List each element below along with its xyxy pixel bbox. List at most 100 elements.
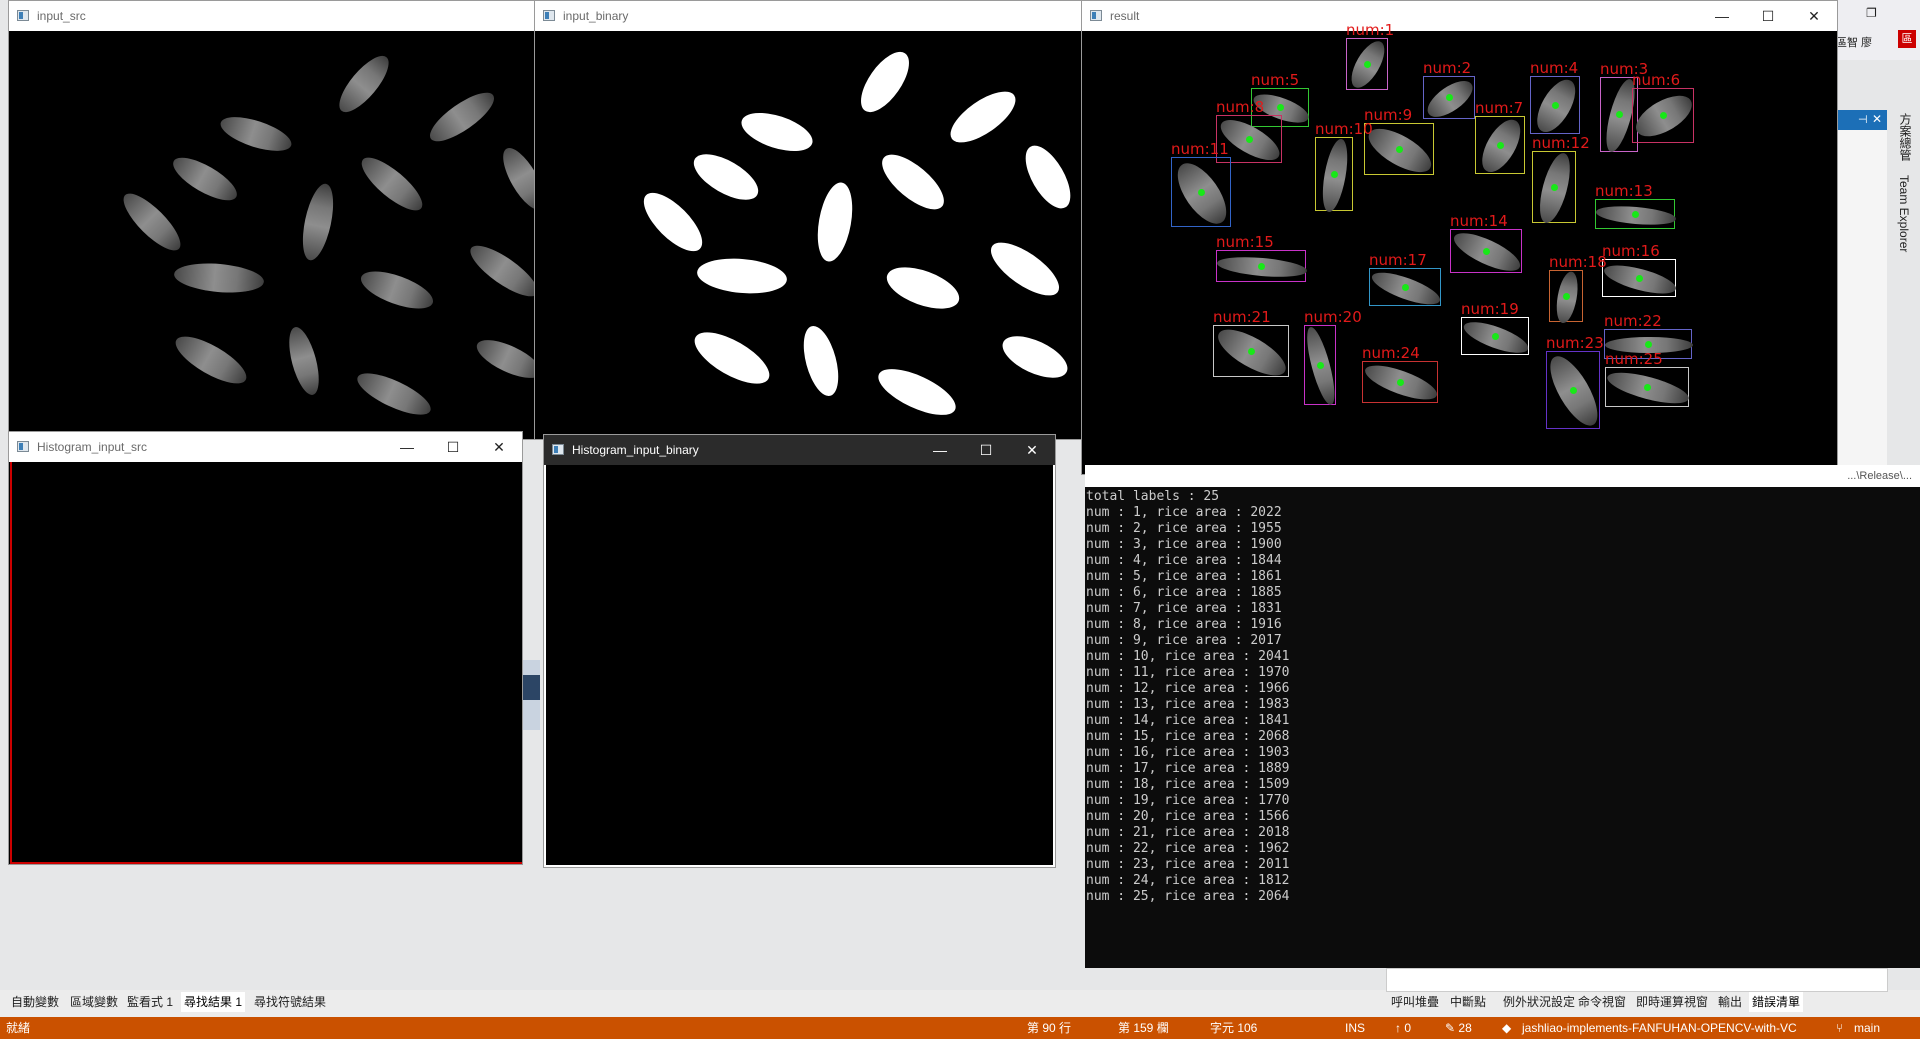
console-line: num : 12, rice area : 1966 xyxy=(1086,681,1290,696)
detection-box xyxy=(1168,154,1236,232)
status-bar: 就緒 第 90 行 第 159 欄 字元 106 INS ↑ 0 ✎ 28 ◆ … xyxy=(0,1017,1920,1039)
input-binary-titlebar[interactable]: input_binary xyxy=(535,1,1085,31)
centroid-dot xyxy=(1550,183,1558,191)
console-line: num : 1, rice area : 2022 xyxy=(1086,505,1282,520)
bottom-tab[interactable]: 中斷點 xyxy=(1447,992,1489,1012)
grain-label: num:14 xyxy=(1450,212,1508,230)
rice-grain-binary xyxy=(996,327,1074,387)
status-edits[interactable]: ✎ 28 xyxy=(1445,1017,1472,1039)
close-icon[interactable]: ✕ xyxy=(1872,112,1882,126)
bottom-tab[interactable]: 監看式 1 xyxy=(124,992,176,1012)
grain-label: num:18 xyxy=(1549,253,1607,271)
bottom-tab[interactable]: 錯誤清單 xyxy=(1749,992,1804,1012)
detection-box xyxy=(1601,259,1679,299)
rice-grain-binary xyxy=(695,255,789,297)
bottom-tab[interactable]: 即時運算視窗 xyxy=(1633,992,1711,1012)
centroid-dot xyxy=(1197,188,1205,196)
detection-box xyxy=(1362,120,1438,180)
maximize-button[interactable]: ☐ xyxy=(1745,1,1791,31)
user-avatar[interactable]: 區 xyxy=(1898,30,1916,48)
detection-box xyxy=(1629,87,1699,146)
bottom-tab[interactable]: 輸出 xyxy=(1715,992,1745,1012)
console-line: total labels : 25 xyxy=(1086,489,1220,504)
maximize-button[interactable]: ☐ xyxy=(963,435,1009,465)
detection-box xyxy=(1595,199,1677,229)
console-line: num : 2, rice area : 1955 xyxy=(1086,521,1282,536)
rice-grain-binary xyxy=(634,183,712,261)
console-line: num : 11, rice area : 1970 xyxy=(1086,665,1290,680)
rice-grain-binary xyxy=(983,232,1067,306)
pin-icon[interactable]: ⊣ xyxy=(1858,113,1868,126)
console-line: num : 4, rice area : 1844 xyxy=(1086,553,1282,568)
minimize-button[interactable]: — xyxy=(917,435,963,465)
detection-box xyxy=(1549,269,1583,325)
rice-grain-binary xyxy=(881,259,965,317)
minimize-button[interactable]: — xyxy=(1699,1,1745,31)
window-icon xyxy=(17,10,29,21)
bottom-tab[interactable]: 呼叫堆疊 xyxy=(1388,992,1442,1012)
grain-label: num:20 xyxy=(1304,308,1362,326)
console-line: num : 23, rice area : 2011 xyxy=(1086,857,1290,872)
bottom-tab[interactable]: 命令視窗 xyxy=(1575,992,1629,1012)
bottom-tab[interactable]: 例外狀況設定 xyxy=(1500,992,1578,1012)
centroid-dot xyxy=(1395,145,1403,153)
window-icon xyxy=(543,10,555,21)
console-line: num : 18, rice area : 1509 xyxy=(1086,777,1290,792)
grain-label: num:4 xyxy=(1530,59,1579,77)
histogram-src-canvas xyxy=(9,462,522,864)
histogram-axis-left xyxy=(10,462,12,864)
close-button[interactable]: ✕ xyxy=(1009,435,1055,465)
bottom-tab[interactable]: 尋找結果 1 xyxy=(181,992,246,1012)
window-title: input_src xyxy=(37,9,86,23)
detection-box xyxy=(1532,150,1576,226)
status-line[interactable]: 第 90 行 xyxy=(1027,1017,1071,1039)
result-titlebar[interactable]: result — ☐ ✕ xyxy=(1082,1,1837,31)
status-branch[interactable]: main xyxy=(1854,1017,1880,1039)
histogram-axis-bottom xyxy=(10,862,522,864)
status-repo[interactable]: jashliao-implements-FANFUHAN-OPENCV-with… xyxy=(1522,1017,1797,1039)
close-button[interactable]: ✕ xyxy=(476,432,522,462)
close-button[interactable]: ✕ xyxy=(1791,1,1837,31)
editor-strip-dark xyxy=(520,675,540,700)
console-line: num : 5, rice area : 1861 xyxy=(1086,569,1282,584)
console-line: num : 8, rice area : 1916 xyxy=(1086,617,1282,632)
histogram-src-titlebar[interactable]: Histogram_input_src — ☐ ✕ xyxy=(9,432,522,462)
detection-box xyxy=(1541,349,1607,433)
console-line: num : 15, rice area : 2068 xyxy=(1086,729,1290,744)
centroid-dot xyxy=(1445,94,1453,101)
input-src-titlebar[interactable]: input_src xyxy=(9,1,535,31)
histogram-binary-titlebar[interactable]: Histogram_input_binary — ☐ ✕ xyxy=(544,435,1055,465)
vs-side-panel: ⊣ ✕ xyxy=(1836,110,1887,510)
input-binary-window: input_binary xyxy=(534,0,1086,440)
solution-explorer-tab[interactable]: 方案總管 xyxy=(1897,113,1914,161)
console-path-bar: ...\Release\... xyxy=(1085,465,1920,487)
bottom-tab[interactable]: 自動變數 xyxy=(8,992,62,1012)
status-ins[interactable]: INS xyxy=(1345,1017,1365,1039)
bottom-tab[interactable]: 區域變數 xyxy=(67,992,121,1012)
status-column[interactable]: 第 159 欄 xyxy=(1118,1017,1169,1039)
detection-box xyxy=(1529,74,1583,138)
console-line: num : 7, rice area : 1831 xyxy=(1086,601,1282,616)
grain-label: num:6 xyxy=(1632,71,1681,89)
restore-icon[interactable]: ❐ xyxy=(1866,6,1877,20)
window-icon xyxy=(1090,10,1102,21)
grain-label: num:23 xyxy=(1546,334,1604,352)
rice-grain-binary xyxy=(686,145,766,209)
status-push-count[interactable]: ↑ 0 xyxy=(1395,1017,1411,1039)
rice-grain xyxy=(115,185,189,259)
rice-grain xyxy=(471,332,535,386)
status-char[interactable]: 字元 106 xyxy=(1210,1017,1257,1039)
detection-box xyxy=(1421,73,1479,124)
maximize-button[interactable]: ☐ xyxy=(430,432,476,462)
histogram-src-window: Histogram_input_src — ☐ ✕ xyxy=(8,431,523,865)
rice-grain-binary xyxy=(797,322,845,400)
bottom-tab[interactable]: 尋找符號結果 xyxy=(251,992,329,1012)
team-explorer-tab[interactable]: Team Explorer xyxy=(1897,175,1911,252)
window-title: Histogram_input_binary xyxy=(572,443,699,457)
window-title: Histogram_input_src xyxy=(37,440,148,454)
detection-box xyxy=(1361,359,1441,407)
console-line: num : 10, rice area : 2041 xyxy=(1086,649,1290,664)
rice-grain-binary xyxy=(873,145,953,219)
minimize-button[interactable]: — xyxy=(384,432,430,462)
centroid-dot xyxy=(1569,386,1577,394)
